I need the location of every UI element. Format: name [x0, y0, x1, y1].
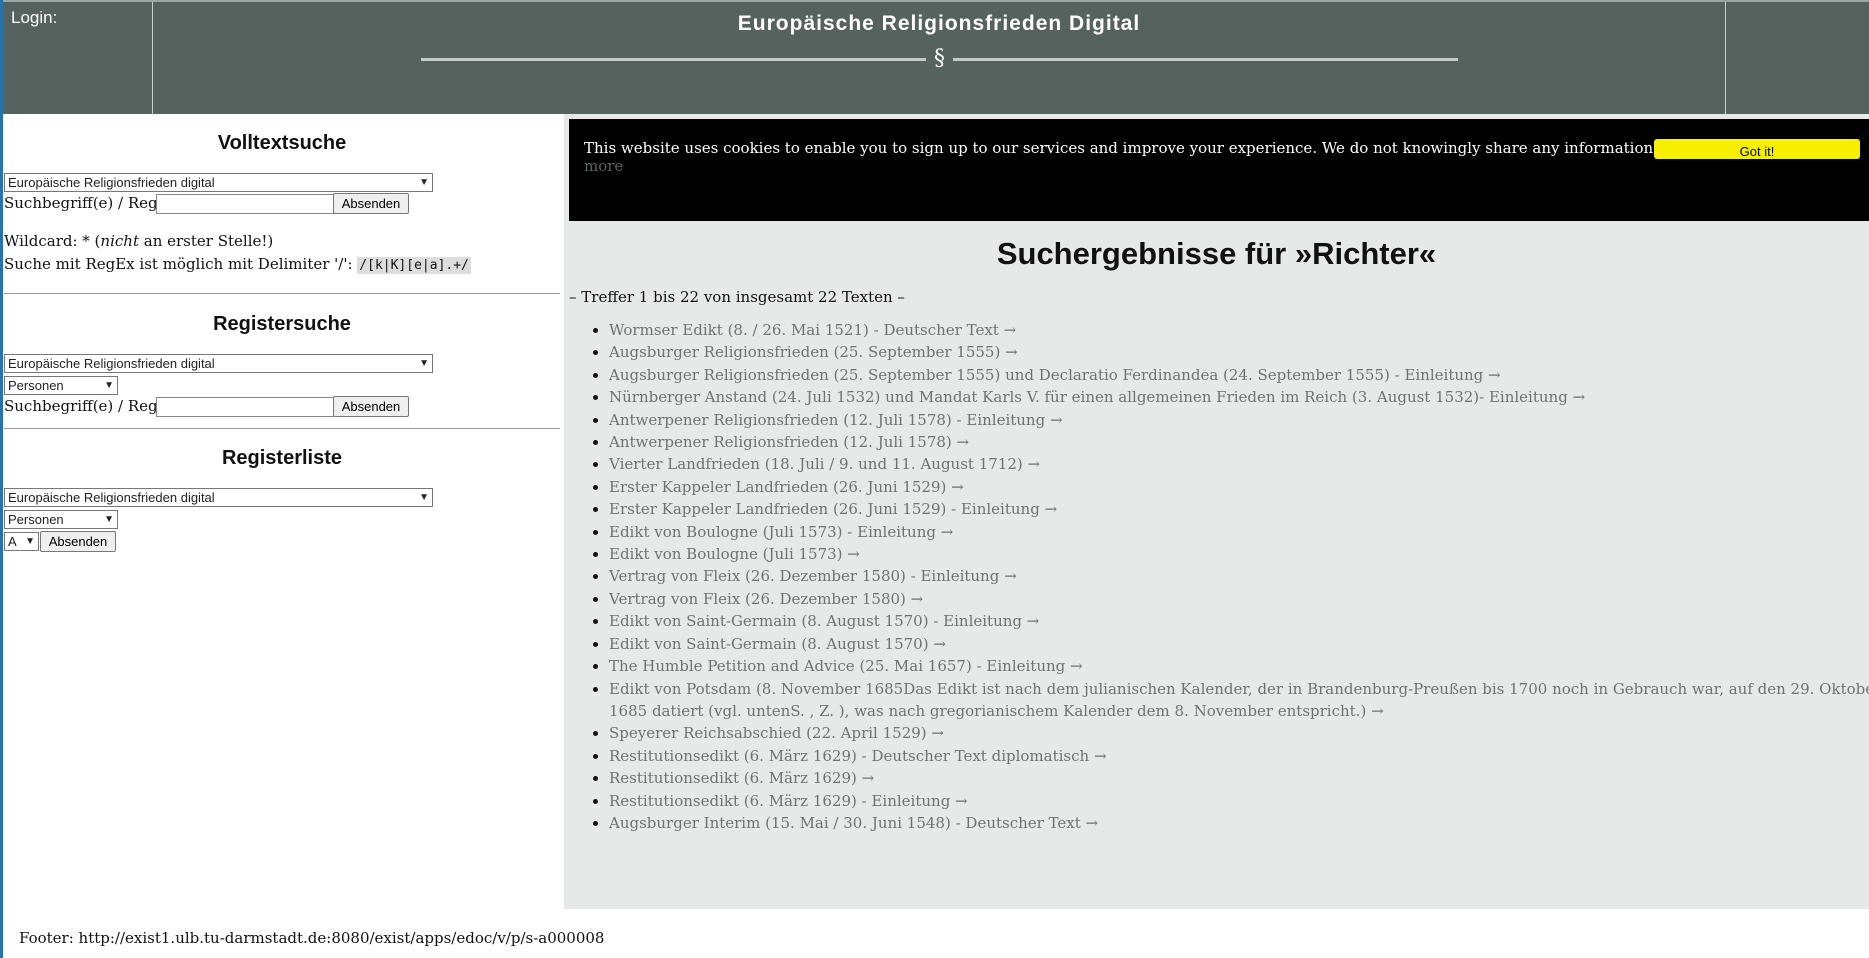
results-count: – Treffer 1 bis 22 von insgesamt 22 Text… [569, 288, 905, 306]
search-sidebar: Volltextsuche Europäische Religionsfried… [4, 114, 560, 914]
result-link[interactable]: Wormser Edikt (8. / 26. Mai 1521) - Deut… [609, 319, 1869, 341]
register-search-collection-select[interactable]: Europäische Religionsfrieden digital ▼ [4, 354, 433, 373]
wildcard-emphasis: nicht [100, 232, 139, 250]
fulltext-query-input[interactable] [156, 194, 334, 214]
results-list: Wormser Edikt (8. / 26. Mai 1521) - Deut… [569, 319, 1869, 834]
result-link[interactable]: Restitutionsedikt (6. März 1629) → [609, 767, 1869, 789]
regex-hint: Suche mit RegEx ist möglich mit Delimite… [4, 255, 471, 274]
title-divider-left [421, 58, 926, 61]
footer: Footer: http://exist1.ulb.tu-darmstadt.d… [19, 929, 605, 947]
register-list-collection-value: Europäische Religionsfrieden digital [8, 490, 215, 505]
wildcard-prefix: Wildcard: * ( [4, 232, 101, 250]
site-title: Europäische Religionsfrieden Digital [737, 12, 1141, 35]
result-link[interactable]: Restitutionsedikt (6. März 1629) - Einle… [609, 790, 1869, 812]
site-header: Login: Europäische Religionsfrieden Digi… [0, 0, 1869, 114]
result-link[interactable]: Augsburger Interim (15. Mai / 30. Juni 1… [609, 812, 1869, 834]
result-link[interactable]: Edikt von Boulogne (Juli 1573) → [609, 543, 1869, 565]
results-panel: This website uses cookies to enable you … [564, 114, 1869, 909]
login-link[interactable]: Login: [11, 8, 57, 28]
result-link[interactable]: Vertrag von Fleix (26. Dezember 1580) → [609, 588, 1869, 610]
fulltext-collection-select[interactable]: Europäische Religionsfrieden digital ▼ [4, 173, 433, 192]
register-list-letter-value: A [8, 534, 17, 549]
result-link[interactable]: Augsburger Religionsfrieden (25. Septemb… [609, 364, 1869, 386]
regex-hint-text: Suche mit RegEx ist möglich mit Delimite… [4, 255, 353, 273]
sidebar-divider [4, 428, 560, 429]
result-link[interactable]: Speyerer Reichsabschied (22. April 1529)… [609, 722, 1869, 744]
register-list-collection-select[interactable]: Europäische Religionsfrieden digital ▼ [4, 488, 433, 507]
register-search-collection-value: Europäische Religionsfrieden digital [8, 356, 215, 371]
chevron-down-icon: ▼ [25, 536, 35, 547]
sidebar-divider [4, 293, 560, 294]
login-cell: Login: [4, 2, 153, 114]
result-link[interactable]: Edikt von Saint-Germain (8. August 1570)… [609, 633, 1869, 655]
result-link[interactable]: Edikt von Saint-Germain (8. August 1570)… [609, 610, 1869, 632]
result-link[interactable]: Erster Kappeler Landfrieden (26. Juni 15… [609, 498, 1869, 520]
result-link[interactable]: Restitutionsedikt (6. März 1629) - Deuts… [609, 745, 1869, 767]
register-list-type-select[interactable]: Personen ▼ [4, 510, 118, 529]
chevron-down-icon: ▼ [419, 358, 429, 369]
register-search-type-value: Personen [8, 378, 64, 393]
result-link[interactable]: Vierter Landfrieden (18. Juli / 9. und 1… [609, 453, 1869, 475]
result-link[interactable]: Edikt von Potsdam (8. November 1685Das E… [609, 678, 1869, 723]
register-search-query-input[interactable] [156, 397, 334, 417]
register-list-type-value: Personen [8, 512, 64, 527]
chevron-down-icon: ▼ [419, 492, 429, 503]
regex-example: /[k|K][e|a].+/ [357, 257, 471, 274]
fulltext-heading: Volltextsuche [217, 132, 347, 154]
chevron-down-icon: ▼ [104, 380, 114, 391]
register-search-heading: Registersuche [213, 313, 351, 335]
result-link[interactable]: Vertrag von Fleix (26. Dezember 1580) - … [609, 565, 1869, 587]
title-divider-right [953, 58, 1458, 61]
chevron-down-icon: ▼ [104, 514, 114, 525]
title-cell: Europäische Religionsfrieden Digital § [153, 2, 1726, 114]
register-list-heading: Registerliste [221, 447, 343, 469]
result-link[interactable]: Edikt von Boulogne (Juli 1573) - Einleit… [609, 521, 1869, 543]
register-list-submit-button[interactable]: Absenden [40, 531, 116, 552]
cookie-accept-button[interactable]: Got it! [1654, 139, 1860, 159]
section-sign-icon: § [934, 46, 945, 71]
register-search-type-select[interactable]: Personen ▼ [4, 376, 118, 395]
result-link[interactable]: Erster Kappeler Landfrieden (26. Juni 15… [609, 476, 1869, 498]
chevron-down-icon: ▼ [419, 177, 429, 188]
window-edge [0, 0, 3, 958]
fulltext-collection-value: Europäische Religionsfrieden digital [8, 175, 215, 190]
result-link[interactable]: Nürnberger Anstand (24. Juli 1532) und M… [609, 386, 1869, 408]
wildcard-suffix: an erster Stelle!) [138, 232, 274, 250]
cookie-text: This website uses cookies to enable you … [584, 139, 1796, 157]
result-link[interactable]: Antwerpener Religionsfrieden (12. Juli 1… [609, 431, 1869, 453]
wildcard-hint: Wildcard: * (nicht an erster Stelle!) [4, 232, 273, 250]
result-link[interactable]: Augsburger Religionsfrieden (25. Septemb… [609, 341, 1869, 363]
register-search-submit-button[interactable]: Absenden [333, 396, 409, 417]
results-title: Suchergebnisse für »Richter« [996, 236, 1437, 271]
cookie-banner: This website uses cookies to enable you … [569, 119, 1869, 221]
register-list-letter-select[interactable]: A ▼ [4, 532, 39, 551]
fulltext-submit-button[interactable]: Absenden [333, 193, 409, 214]
result-link[interactable]: Antwerpener Religionsfrieden (12. Juli 1… [609, 409, 1869, 431]
result-link[interactable]: The Humble Petition and Advice (25. Mai … [609, 655, 1869, 677]
